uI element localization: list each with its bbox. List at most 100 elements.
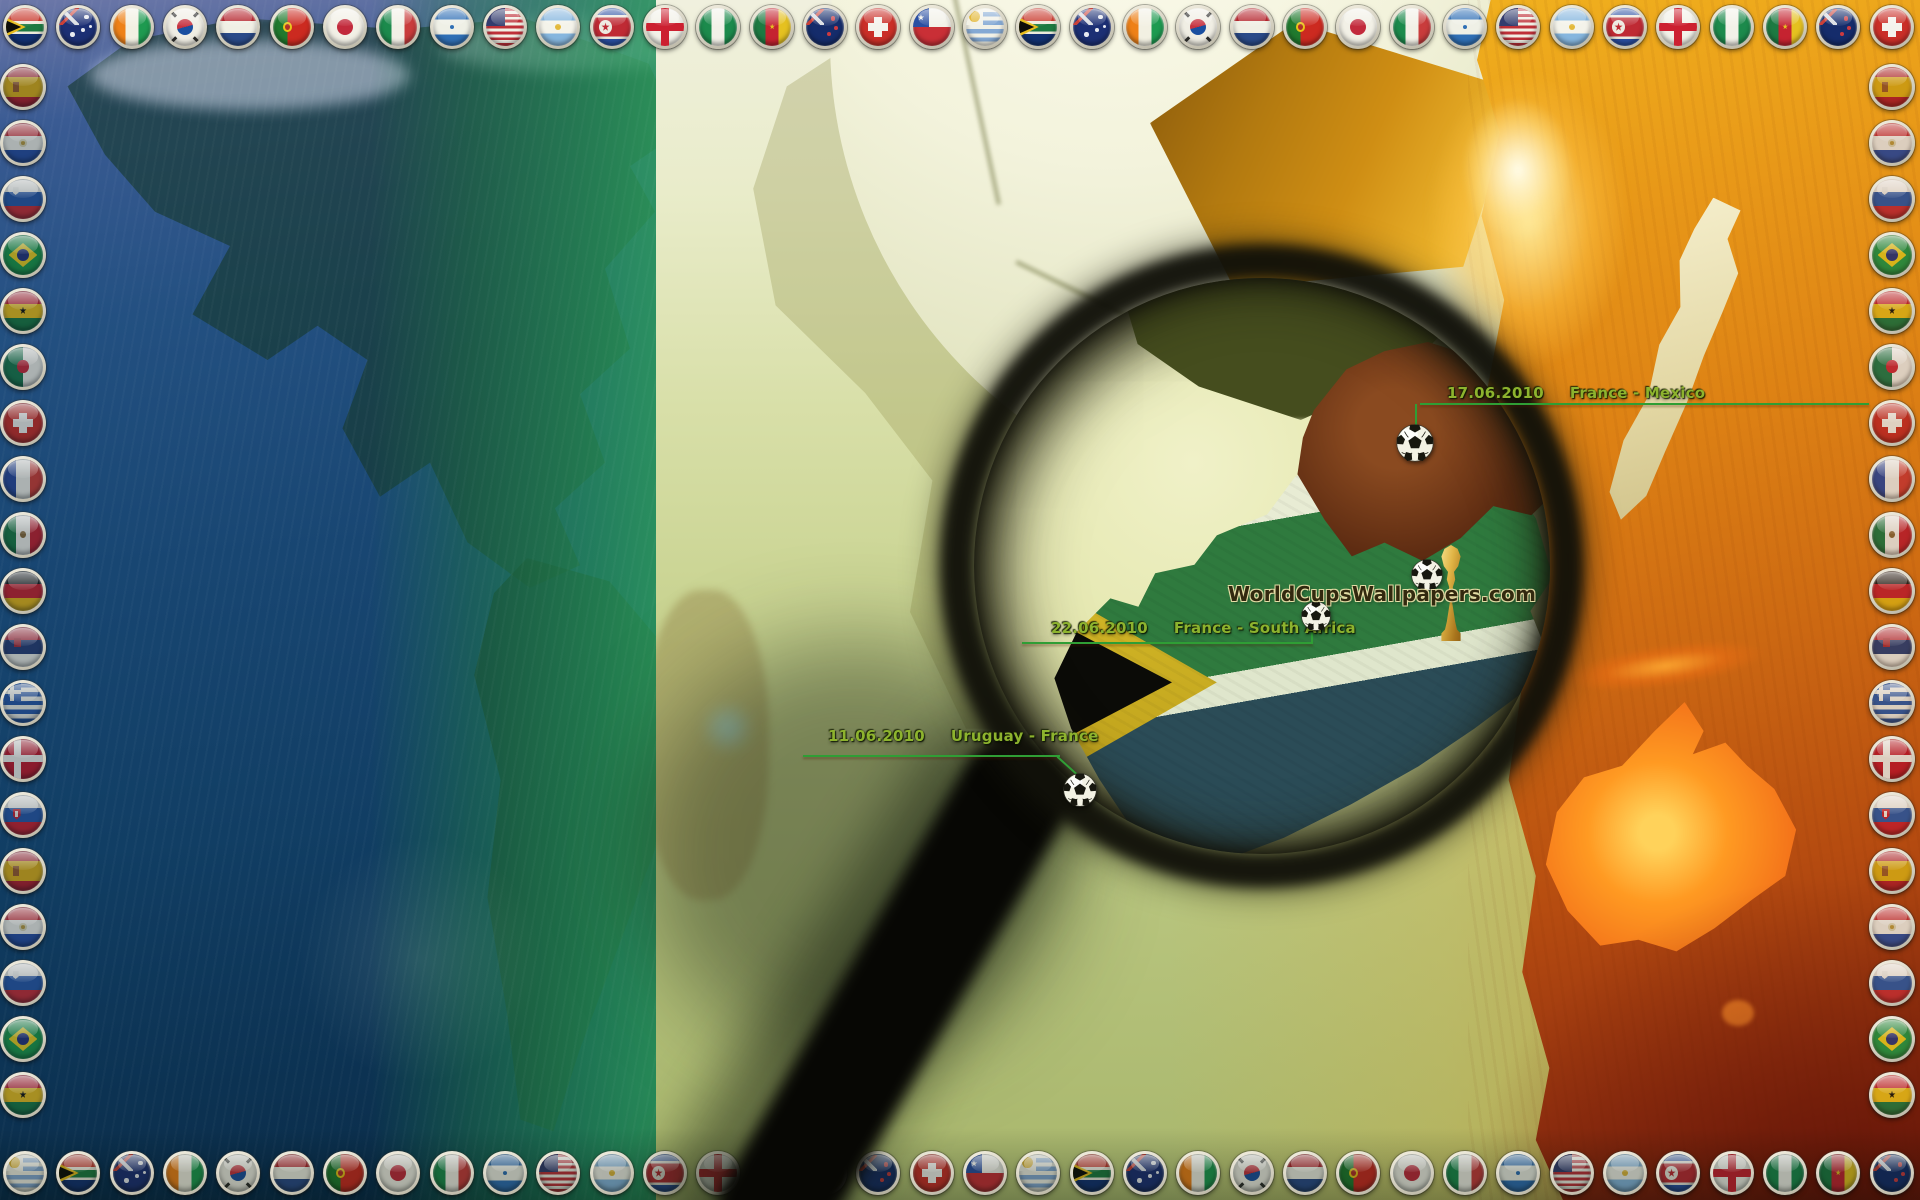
flag-badge-nigeria [1763, 1151, 1807, 1195]
flag-gloss [1877, 1020, 1907, 1038]
flag-detail [193, 37, 199, 43]
flag-badge-spain [0, 848, 46, 894]
flag-gloss [1878, 9, 1907, 26]
match-teams: Uruguay - France [951, 727, 1099, 745]
flag-gloss [1877, 572, 1907, 590]
flag-badge-portugal [270, 5, 314, 49]
flag-badge-italy [430, 1151, 474, 1195]
flag-gloss [8, 964, 38, 982]
flag-badge-portugal [1336, 1151, 1380, 1195]
flag-badge-cameroon [1763, 5, 1807, 49]
flag-badge-portugal [1283, 5, 1327, 49]
flag-badge-algeria [1869, 344, 1915, 390]
flag-badge-south-africa [3, 5, 47, 49]
flag-badge-brazil [0, 232, 46, 278]
flag-gloss [8, 796, 38, 814]
flag-badge-mexico [1869, 512, 1915, 558]
flag-badge-ivory-coast [1176, 1151, 1220, 1195]
flag-badge-denmark [0, 736, 46, 782]
flag-badge-france [0, 456, 46, 502]
flag-badge-paraguay [0, 120, 46, 166]
flag-badge-cameroon [1816, 1151, 1860, 1195]
flag-badge-nigeria [1710, 5, 1754, 49]
flag-badge-south-korea [1230, 1151, 1274, 1195]
flag-gloss [118, 1155, 147, 1172]
flag-badge-brazil [0, 1016, 46, 1062]
flag-gloss [544, 9, 573, 26]
flag-badge-japan [1336, 5, 1380, 49]
flag-badge-germany [1869, 568, 1915, 614]
flag-gloss [1877, 796, 1907, 814]
flag-gloss [704, 9, 733, 26]
flag-badge-new-zealand [1870, 1151, 1914, 1195]
match-date: 11.06.2010 [828, 727, 925, 745]
flag-badge-honduras [1443, 5, 1487, 49]
flag-gloss [438, 1155, 467, 1172]
flag-gloss [1877, 628, 1907, 646]
flag-gloss [171, 1155, 200, 1172]
flag-gloss [8, 684, 38, 702]
flag-badge-italy [376, 5, 420, 49]
flag-badge-australia [56, 5, 100, 49]
flag-badge-north-korea [590, 5, 634, 49]
flag-gloss [598, 9, 627, 26]
flag-gloss [1664, 9, 1693, 26]
flag-gloss [1664, 1155, 1693, 1172]
flag-gloss [1877, 516, 1907, 534]
flag-gloss [1131, 1155, 1160, 1172]
flag-gloss [1877, 908, 1907, 926]
flag-gloss [1184, 9, 1213, 26]
flag-gloss [1877, 1076, 1907, 1094]
flag-gloss [8, 516, 38, 534]
flag-badge-spain [1869, 848, 1915, 894]
flag-badge-england [1710, 1151, 1754, 1195]
flag-gloss [8, 460, 38, 478]
flag-badge-greece [0, 680, 46, 726]
flag-gloss [1877, 404, 1907, 422]
flag-gloss [1291, 1155, 1320, 1172]
flag-gloss [1611, 9, 1640, 26]
flag-detail [70, 32, 75, 37]
flag-badge-north-korea [1603, 5, 1647, 49]
flag-detail [827, 32, 831, 36]
flag-detail [1095, 28, 1099, 32]
flag-detail [170, 37, 176, 43]
flag-badge-greece [1869, 680, 1915, 726]
flag-gloss [1558, 1155, 1587, 1172]
flag-gloss [1451, 1155, 1480, 1172]
flag-gloss [1771, 9, 1800, 26]
flag-badge-usa [1496, 5, 1540, 49]
flag-gloss [1078, 1155, 1107, 1172]
flag-gloss [1878, 1155, 1907, 1172]
flag-badge-serbia [0, 624, 46, 670]
flag-detail [1084, 32, 1089, 37]
flag-badge-denmark [1869, 736, 1915, 782]
flag-gloss [1824, 9, 1853, 26]
flag-badge-south-africa [56, 1151, 100, 1195]
flag-gloss [544, 1155, 573, 1172]
flag-badge-ivory-coast [163, 1151, 207, 1195]
flag-gloss [11, 1155, 40, 1172]
flag-gloss [1504, 1155, 1533, 1172]
flag-badge-germany [0, 568, 46, 614]
flag-badge-australia [110, 1151, 154, 1195]
flag-badge-switzerland [0, 400, 46, 446]
flag-gloss [1877, 460, 1907, 478]
flag-badge-usa [483, 5, 527, 49]
flag-badge-cameroon [750, 5, 794, 49]
flag-badge-paraguay [1869, 904, 1915, 950]
match-line-france-mexico [1420, 403, 1869, 405]
flag-badge-paraguay [1869, 120, 1915, 166]
flag-gloss [8, 1020, 38, 1038]
flag-badge-switzerland [856, 5, 900, 49]
flag-badge-usa [1550, 1151, 1594, 1195]
flag-badge-usa [536, 1151, 580, 1195]
flag-badge-japan [323, 5, 367, 49]
flag-gloss [1611, 1155, 1640, 1172]
flag-gloss [384, 1155, 413, 1172]
flag-badge-north-korea [1656, 1151, 1700, 1195]
flag-badge-new-zealand [803, 5, 847, 49]
flag-badge-uruguay [963, 5, 1007, 49]
flag-badge-argentina [1603, 1151, 1647, 1195]
flag-badge-honduras [483, 1151, 527, 1195]
